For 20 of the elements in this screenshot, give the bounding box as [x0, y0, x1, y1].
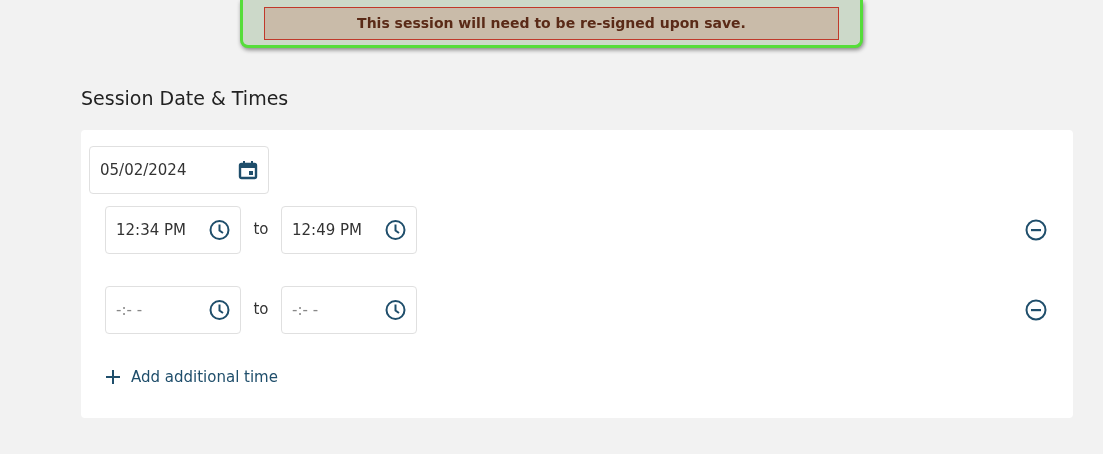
separator-label: to [252, 219, 270, 241]
date-field[interactable]: 05/02/2024 [89, 145, 269, 194]
separator-label: to [252, 299, 270, 321]
section-title: Session Date & Times [81, 86, 290, 111]
time-field[interactable]: -:- - [105, 285, 241, 334]
plus-icon [105, 368, 121, 385]
clock-icon [385, 219, 406, 240]
clock-icon [209, 219, 230, 240]
minus-circle-icon [1025, 298, 1047, 321]
clock-icon [209, 299, 230, 320]
time-field[interactable]: 12:49 PM [281, 205, 417, 254]
remove-button[interactable] [1025, 218, 1047, 241]
clock-icon [385, 299, 406, 320]
notice-message: This session will need to be re-signed upon save. [264, 7, 839, 40]
add-time-button[interactable]: Add additional time [105, 365, 278, 388]
calendar-icon [238, 159, 258, 180]
time-field[interactable]: 12:34 PM [105, 205, 241, 254]
remove-button[interactable] [1025, 298, 1047, 321]
minus-circle-icon [1025, 218, 1047, 241]
time-field[interactable]: -:- - [281, 285, 417, 334]
